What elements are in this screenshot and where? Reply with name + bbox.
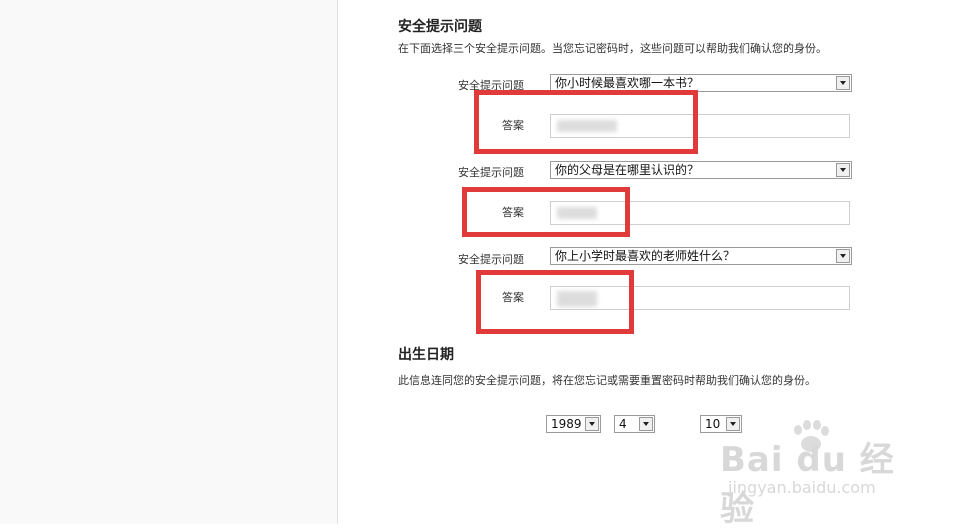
question-2-value: 你的父母是在哪里认识的？	[555, 163, 700, 177]
chevron-down-icon[interactable]	[836, 249, 850, 263]
question-3-label: 安全提示问题	[458, 253, 524, 266]
highlight-box-3	[476, 270, 634, 334]
highlight-box-1	[474, 90, 698, 154]
left-blank-pane	[0, 0, 338, 524]
birthdate-section-description: 此信息连同您的安全提示问题，将在您忘记或需要重置密码时帮助我们确认您的身份。	[398, 374, 816, 387]
birthdate-section-title: 出生日期	[398, 347, 454, 363]
birth-month-value: 4	[619, 417, 627, 431]
highlight-box-2	[462, 187, 630, 237]
birth-day-value: 10	[705, 417, 721, 431]
question-2-label: 安全提示问题	[458, 166, 524, 179]
birth-month-select[interactable]: 4	[614, 415, 655, 433]
birth-year-value: 1989	[551, 417, 582, 431]
question-3-value: 你上小学时最喜欢的老师姓什么？	[555, 249, 736, 263]
security-form: 安全提示问题 在下面选择三个安全提示问题。当您忘记密码时，这些问题可以帮助我们确…	[338, 0, 960, 524]
question-3-select[interactable]: 你上小学时最喜欢的老师姓什么？	[550, 247, 852, 265]
question-2-select[interactable]: 你的父母是在哪里认识的？	[550, 161, 852, 179]
chevron-down-icon[interactable]	[836, 76, 850, 90]
birth-day-select[interactable]: 10	[700, 415, 742, 433]
chevron-down-icon[interactable]	[585, 417, 599, 431]
question-1-value: 你小时候最喜欢哪一本书？	[555, 76, 700, 90]
security-section-description: 在下面选择三个安全提示问题。当您忘记密码时，这些问题可以帮助我们确认您的身份。	[398, 42, 827, 55]
chevron-down-icon[interactable]	[836, 163, 850, 177]
birth-year-select[interactable]: 1989	[546, 415, 601, 433]
chevron-down-icon[interactable]	[726, 417, 740, 431]
chevron-down-icon[interactable]	[639, 417, 653, 431]
security-section-title: 安全提示问题	[398, 19, 482, 35]
